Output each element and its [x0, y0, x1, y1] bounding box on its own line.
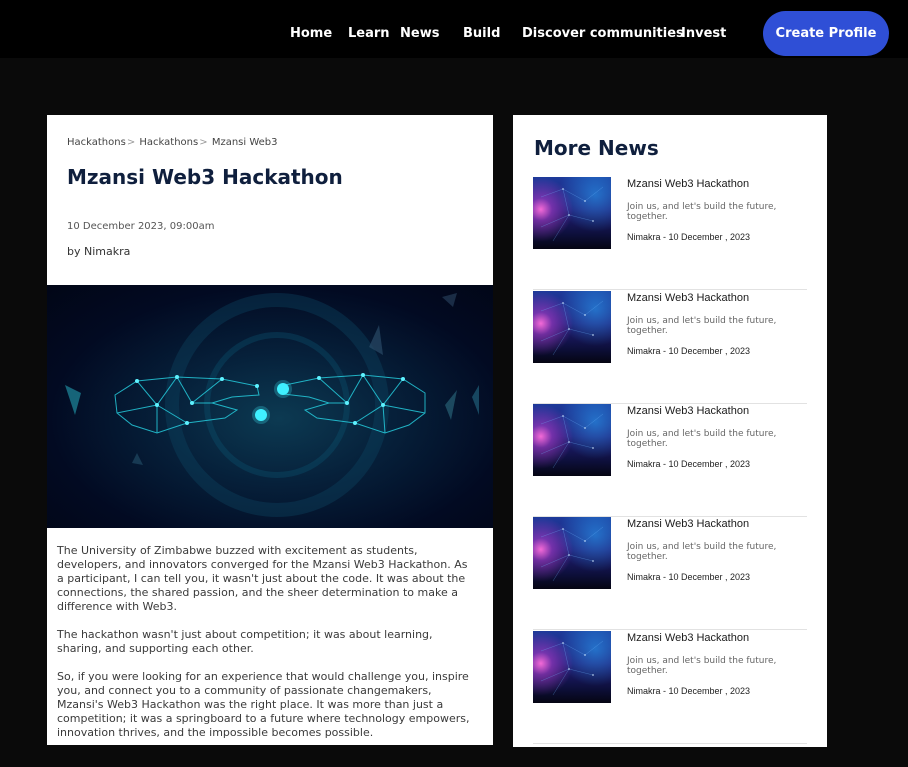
news-meta: Nimakra - 10 December , 2023	[627, 459, 751, 469]
breadcrumb-item-hackathons[interactable]: Hackathons	[67, 137, 126, 148]
news-meta: Nimakra - 10 December , 2023	[627, 232, 751, 242]
news-meta: Nimakra - 10 December , 2023	[627, 346, 751, 356]
news-excerpt: Join us, and let's build the future, tog…	[627, 429, 777, 449]
breadcrumb: Hackathons> Hackathons> Mzansi Web3	[67, 137, 278, 148]
article-paragraph: The University of Zimbabwe buzzed with e…	[57, 544, 468, 613]
breadcrumb-separator: >	[126, 137, 136, 148]
news-list-item[interactable]: Mzansi Web3 Hackathon Join us, and let's…	[533, 631, 807, 744]
article-paragraph: The hackathon wasn't just about competit…	[57, 628, 433, 655]
news-title[interactable]: Mzansi Web3 Hackathon	[627, 632, 749, 644]
news-thumbnail[interactable]	[533, 631, 611, 703]
nav-news-link[interactable]: News	[400, 26, 439, 41]
news-meta: Nimakra - 10 December , 2023	[627, 686, 751, 696]
digital-hands-illustration	[65, 293, 479, 517]
news-title[interactable]: Mzansi Web3 Hackathon	[627, 518, 749, 530]
article-body: The University of Zimbabwe buzzed with e…	[57, 544, 477, 754]
nav-learn-link[interactable]: Learn	[348, 26, 390, 41]
nav-discover-communities-link[interactable]: Discover communities	[522, 26, 684, 41]
news-meta: Nimakra - 10 December , 2023	[627, 572, 751, 582]
nav-build-link[interactable]: Build	[463, 26, 500, 41]
article-author: by Nimakra	[67, 245, 131, 258]
news-excerpt: Join us, and let's build the future, tog…	[627, 542, 777, 562]
news-list-item[interactable]: Mzansi Web3 Hackathon Join us, and let's…	[533, 177, 807, 290]
breadcrumb-item-hackathons[interactable]: Hackathons	[139, 137, 198, 148]
news-title[interactable]: Mzansi Web3 Hackathon	[627, 405, 749, 417]
news-thumbnail[interactable]	[533, 404, 611, 476]
nav-invest-link[interactable]: Invest	[681, 26, 726, 41]
news-list-item[interactable]: Mzansi Web3 Hackathon Join us, and let's…	[533, 517, 807, 630]
more-news-heading: More News	[534, 136, 659, 160]
news-thumbnail[interactable]	[533, 291, 611, 363]
nav-home-link[interactable]: Home	[290, 26, 332, 41]
news-title[interactable]: Mzansi Web3 Hackathon	[627, 292, 749, 304]
create-profile-button[interactable]: Create Profile	[763, 11, 889, 56]
top-navbar: Home Learn News Build Discover communiti…	[0, 0, 908, 58]
article-title: Mzansi Web3 Hackathon	[67, 165, 343, 189]
news-title[interactable]: Mzansi Web3 Hackathon	[627, 178, 749, 190]
article-date: 10 December 2023, 09:00am	[67, 221, 215, 232]
news-thumbnail[interactable]	[533, 177, 611, 249]
breadcrumb-item-current: Mzansi Web3	[211, 137, 278, 148]
article-paragraph: So, if you were looking for an experienc…	[57, 670, 470, 739]
news-list-item[interactable]: Mzansi Web3 Hackathon Join us, and let's…	[533, 404, 807, 517]
news-thumbnail[interactable]	[533, 517, 611, 589]
news-excerpt: Join us, and let's build the future, tog…	[627, 202, 777, 222]
article-card: Hackathons> Hackathons> Mzansi Web3 Mzan…	[47, 115, 493, 745]
more-news-sidebar: More News Mzansi Web3 Hackathon Join us,…	[513, 115, 827, 747]
news-list-item[interactable]: Mzansi Web3 Hackathon Join us, and let's…	[533, 291, 807, 404]
news-excerpt: Join us, and let's build the future, tog…	[627, 656, 777, 676]
news-excerpt: Join us, and let's build the future, tog…	[627, 316, 777, 336]
breadcrumb-separator: >	[199, 137, 208, 148]
hero-image	[47, 285, 493, 528]
